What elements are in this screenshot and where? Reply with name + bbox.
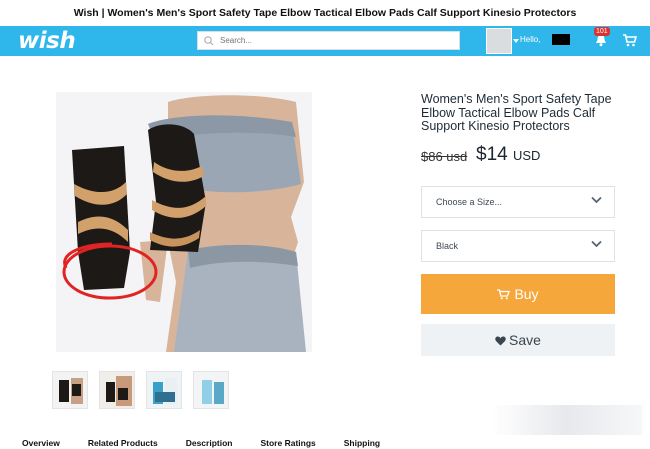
search-input[interactable] <box>220 36 450 45</box>
original-price: $86 usd <box>421 149 468 164</box>
color-dropdown-label: Black <box>436 241 459 251</box>
search-box[interactable] <box>197 31 460 50</box>
wish-logo[interactable]: wish <box>18 28 76 54</box>
size-dropdown[interactable]: Choose a Size... <box>421 186 615 218</box>
greeting-text: Hello, <box>520 35 541 44</box>
thumbnail-2[interactable] <box>99 371 135 409</box>
avatar[interactable] <box>486 28 512 54</box>
product-tabs: Overview Related Products Description St… <box>22 438 408 448</box>
price-currency: USD <box>512 148 541 163</box>
tab-overview[interactable]: Overview <box>22 438 60 448</box>
tab-description[interactable]: Description <box>186 438 233 448</box>
thumbnail-3[interactable] <box>146 371 182 409</box>
buy-button[interactable]: Buy <box>421 274 615 314</box>
window-title: Wish | Women's Men's Sport Safety Tape E… <box>0 0 650 26</box>
current-price: $14 USD <box>476 144 540 166</box>
account-dropdown-icon[interactable] <box>513 39 519 43</box>
chevron-down-icon <box>591 240 602 248</box>
blurred-region <box>492 405 642 435</box>
cart-icon <box>497 289 511 300</box>
heart-icon <box>495 336 506 346</box>
size-dropdown-label: Choose a Size... <box>436 197 503 207</box>
save-button-label: Save <box>509 332 541 348</box>
color-dropdown[interactable]: Black <box>421 230 615 262</box>
tab-shipping[interactable]: Shipping <box>344 438 380 448</box>
notification-count-badge: 101 <box>594 27 610 36</box>
product-photo <box>62 95 306 352</box>
main-product-image[interactable] <box>56 92 312 352</box>
cart-icon[interactable] <box>623 34 637 47</box>
redacted-username <box>552 34 570 45</box>
chevron-down-icon <box>591 196 602 204</box>
thumbnail-1[interactable] <box>52 371 88 409</box>
tab-store-ratings[interactable]: Store Ratings <box>260 438 315 448</box>
buy-button-label: Buy <box>514 286 539 302</box>
top-navigation-bar: wish Hello, 101 <box>0 26 650 56</box>
price-amount: $14 <box>476 144 508 165</box>
thumbnail-4[interactable] <box>193 371 229 409</box>
search-icon[interactable] <box>202 35 216 47</box>
tab-related-products[interactable]: Related Products <box>88 438 158 448</box>
product-title: Women's Men's Sport Safety Tape Elbow Ta… <box>421 92 612 133</box>
thumbnail-strip <box>52 371 229 409</box>
save-button[interactable]: Save <box>421 324 615 356</box>
